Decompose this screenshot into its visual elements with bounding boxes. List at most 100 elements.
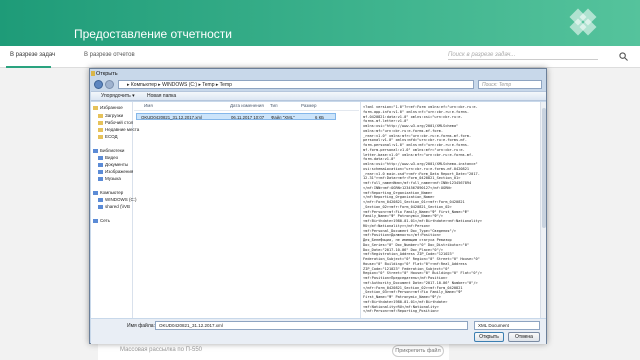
file-date: 06.11.2017 10:07: [231, 115, 265, 120]
file-row-selected[interactable]: OKUD0420821_31.12.2017.xml 06.11.2017 10…: [136, 113, 336, 120]
nav-computer[interactable]: Компьютер: [93, 190, 123, 195]
preview-pane: <?xml version="1.0"?><ef:Form xmlns:ef="…: [360, 102, 546, 318]
nav-downloads[interactable]: Загрузки: [98, 113, 123, 118]
column-name[interactable]: Имя: [144, 103, 153, 108]
preview-line: Family_Name="Ф" Patronymic_Name="Ф"/>: [363, 214, 444, 219]
page-title: Предоставление отчетности: [74, 27, 232, 41]
preview-line: xmlns:mf="urn:cbr-ru:e-forms-mf-form-: [363, 128, 444, 133]
library-icon: [93, 148, 98, 153]
organize-menu[interactable]: Упорядочить ▾: [101, 93, 135, 99]
preview-line: House="0" Building="0" Flat="0"><mf:Real…: [363, 261, 467, 266]
preview-line: personal:v1.0" xmlns:mfd="urn:cbr-ru:e-f…: [363, 138, 467, 143]
preview-line: RU</mf:Nationality></mf:Person>: [363, 223, 431, 228]
preview-line: <mf:Reporting_Organization_Name>: [363, 190, 433, 195]
preview-line: xsi:schemaLocation="urn:cbr-ru:e-forms-m…: [363, 166, 470, 171]
preview-line: ZIP_Code="121023" Federation_Subject="0": [363, 266, 450, 271]
attach-file-button[interactable]: Прикрепить файл: [392, 345, 444, 357]
preview-line: letter-base:v1.0" xmlns:mfr="urn:cbr-ru:…: [363, 152, 474, 157]
app-header: Предоставление отчетности: [0, 0, 640, 46]
preview-line: _rear:v1.0" xmlns:mfr="urn:cbr-ru:e-form…: [363, 133, 472, 138]
folder-icon: [98, 120, 103, 125]
preview-line: <?xml version="1.0"?><ef:Form xmlns:ef="…: [363, 105, 478, 109]
preview-line: mf-form-personal:v1.0" xmlns:mfr="urn:cb…: [363, 147, 465, 152]
preview-scrollbar[interactable]: [540, 102, 546, 318]
column-size[interactable]: Размер: [301, 103, 316, 108]
address-bar: ▸ Компьютер ▸ WINDOWS (C:) ▸ Temp ▸ Temp…: [94, 80, 544, 90]
dialog-body: Избранное Загрузки Рабочий стол Недавние…: [91, 102, 546, 318]
nav-esod[interactable]: ЕСОД: [98, 134, 118, 139]
nav-music[interactable]: Музыка: [98, 176, 121, 181]
preview-line: xmlns:xsi="http://www.w3.org/2001/XMLSch…: [363, 124, 459, 128]
address-path[interactable]: ▸ Компьютер ▸ WINDOWS (C:) ▸ Temp ▸ Temp: [118, 80, 474, 89]
cancel-button[interactable]: Отмена: [508, 332, 540, 342]
preview-line: <mf:Registration_Address ZIP_Code="12102…: [363, 252, 454, 257]
nav-video[interactable]: Видео: [98, 155, 118, 160]
filename-label: Имя файла:: [127, 323, 155, 329]
open-button[interactable]: Открыть: [474, 332, 504, 342]
nav-documents[interactable]: Документы: [98, 162, 128, 167]
network-drive-icon: [98, 204, 103, 209]
column-divider: [134, 110, 359, 111]
file-size: 6 КБ: [315, 115, 324, 120]
computer-icon: [93, 190, 98, 195]
preview-line: _Section_03><mf:Person><mf:Fio Family_Na…: [363, 290, 463, 295]
nav-shared[interactable]: shared (\\VB: [98, 204, 130, 209]
nav-favorites[interactable]: Избранное: [93, 105, 123, 110]
search-input[interactable]: Поиск в разрезе задач...: [448, 52, 598, 60]
preview-line: form-data:v1.0": [363, 157, 396, 162]
preview-line: <mf:Authority_Document Date="2017-10-06"…: [363, 280, 478, 285]
nav-pictures[interactable]: Изображения: [98, 169, 133, 174]
music-icon: [98, 176, 103, 181]
column-date[interactable]: Дата изменения: [230, 103, 264, 108]
preview-line: Doc_Series="0" Doc_Number="0" Doc_Distri…: [363, 242, 470, 247]
tabs-bar: В разрезе задач В разрезе отчетов Поиск …: [0, 46, 640, 68]
filename-input[interactable]: OKUD0420821_31.12.2017.xml: [155, 321, 468, 330]
preview-line: </mfr:Form_0420821_Section_02><mf:Form_0…: [363, 285, 463, 290]
nav-drive-c[interactable]: WINDOWS (C:): [98, 197, 137, 202]
back-button[interactable]: [94, 80, 103, 89]
folder-icon: [98, 134, 103, 139]
image-icon: [98, 169, 103, 174]
preview-line: Для_Бенефициа, не имеющим статуса Ревизо…: [363, 238, 452, 242]
navigation-pane: Избранное Загрузки Рабочий стол Недавние…: [91, 102, 139, 318]
open-file-dialog: Открыть ▸ Компьютер ▸ WINDOWS (C:) ▸ Tem…: [89, 68, 547, 344]
preview-line: <mf:full_name>Имя</mf:full_name><mf:INN>…: [363, 181, 472, 185]
preview-line: Federation_Subject="0" Region="0" Street…: [363, 257, 480, 261]
new-folder-button[interactable]: Новая папка: [147, 93, 176, 99]
folder-icon: [98, 127, 103, 132]
preview-line: forms-mf-letter:v1.0": [363, 119, 409, 124]
preview-line: <mf:Position>Должность</mf:Position>: [363, 233, 441, 238]
preview-line: </mf:INN><mf:OGRN>1234567890127</mf:OGRN…: [363, 185, 452, 190]
preview-line: form-app-info:v1.0" xmlns:nf="urn:cbr-ru…: [363, 109, 470, 114]
preview-line: First_Name="Ф" Patronymic_Name="Ф"/>: [363, 295, 441, 299]
mass-mailing-label: Массовая рассылка по П-550: [120, 347, 203, 353]
preview-line: mf-0420821:data:v1.0" xmlns:xsi="urn:cbr…: [363, 114, 463, 119]
brand-logo-icon: [568, 7, 600, 39]
preview-line: </mf:Person><mf:Reporting_Position>: [363, 309, 439, 314]
preview-line: <mf:Birthdate>1980-01-01</mf:Birthdate>: [363, 299, 448, 304]
drive-icon: [98, 197, 103, 202]
preview-line: </mfr:Form_0420821_Section_01><mfr:Form_…: [363, 200, 465, 204]
search-icon[interactable]: [619, 52, 628, 61]
preview-line: </mf:Reporting_Organization_Name>: [363, 195, 435, 200]
filetype-select[interactable]: XML Document: [474, 321, 540, 330]
video-icon: [98, 155, 103, 160]
tab-by-reports[interactable]: В разрезе отчетов: [84, 52, 135, 58]
dialog-title: Открыть: [96, 71, 118, 77]
dialog-toolbar: Упорядочить ▾ Новая папка: [91, 91, 546, 101]
folder-search-input[interactable]: Поиск: Temp: [478, 80, 542, 89]
scrollbar-thumb[interactable]: [542, 108, 546, 228]
preview-line: <mf:Nationality>RU</mf:Nationality>: [363, 304, 439, 309]
nav-desktop[interactable]: Рабочий стол: [98, 120, 133, 125]
column-type[interactable]: Тип: [270, 103, 278, 108]
dialog-icon: [91, 71, 95, 76]
tab-by-tasks[interactable]: В разрезе задач: [10, 52, 55, 58]
preview-line: Region="0" Street="0" House="0" Building…: [363, 271, 482, 276]
nav-network[interactable]: Сеть: [93, 218, 110, 223]
forward-button[interactable]: [105, 80, 114, 89]
preview-line: Doc_Date="2017-10-06" Doc_Place="0"/>: [363, 247, 444, 252]
preview-line: form-personal:v1.0" xmlns:mf="urn:cbr-ru…: [363, 143, 470, 147]
preview-line: 12-31"><mf:Data><mfr:Form_0420821_Sectio…: [363, 176, 461, 181]
nav-libraries[interactable]: Библиотеки: [93, 148, 124, 153]
preview-line: <mf:Person><mf:Fio Family_Name="Ф" First…: [363, 209, 470, 214]
